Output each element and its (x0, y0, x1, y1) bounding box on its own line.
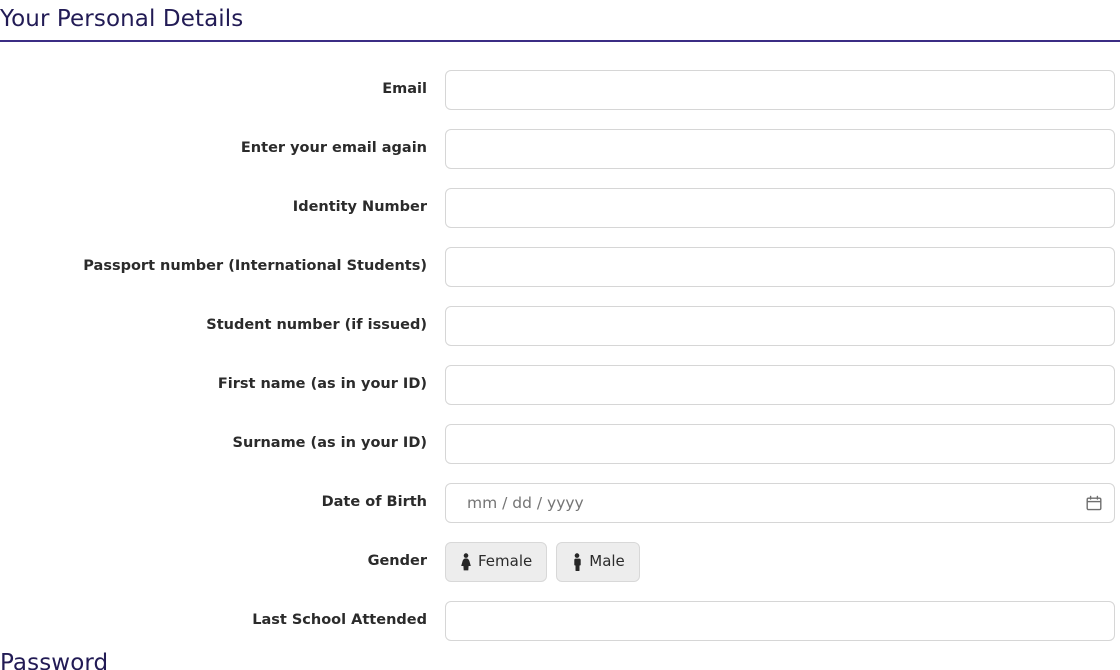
personal-details-form: Email Enter your email again Identity Numb… (0, 60, 1120, 650)
field-control: mm / dd / yyyy (445, 482, 1120, 523)
form-row: Student number (if issued) (0, 296, 1120, 355)
input-passport-number-international-students[interactable] (445, 246, 1115, 287)
form-row: Identity Number (0, 178, 1120, 237)
field-label: First name (as in your ID) (217, 376, 427, 393)
gender-button-label: Male (589, 552, 625, 570)
form-row: Email (0, 60, 1120, 119)
field-label: Identity Number (292, 199, 427, 216)
field-label: Gender (367, 553, 427, 570)
date-input-placeholder-text[interactable]: mm / dd / yyyy (445, 482, 1115, 523)
form-row: Enter your email again (0, 119, 1120, 178)
form-row: Gender Female Male (0, 532, 1120, 591)
section-header-personal-details: Your Personal Details (0, 6, 1120, 42)
field-control (445, 187, 1120, 228)
field-control (445, 69, 1120, 110)
input-last-school-attended[interactable] (445, 600, 1115, 641)
male-figure-icon (574, 552, 581, 571)
field-label: Date of Birth (321, 494, 427, 511)
form-row: Passport number (International Students) (0, 237, 1120, 296)
gender-button-label: Female (478, 552, 533, 570)
field-control (445, 128, 1120, 169)
input-student-number-if-issued[interactable] (445, 305, 1115, 346)
field-label: Student number (if issued) (206, 317, 427, 334)
field-control (445, 423, 1120, 464)
registration-form-page: Your Personal Details Email Enter your em… (0, 0, 1120, 670)
gender-button-male[interactable]: Male (556, 541, 640, 582)
field-control: Female Male (445, 541, 1120, 582)
field-label: Passport number (International Students) (83, 258, 427, 275)
input-enter-your-email-again[interactable] (445, 128, 1115, 169)
field-control (445, 246, 1120, 287)
field-control (445, 364, 1120, 405)
female-figure-icon (461, 552, 471, 570)
field-label: Email (382, 81, 427, 98)
password-section-title: Password (0, 650, 109, 670)
gender-button-group: Female Male (445, 541, 640, 582)
gender-button-female[interactable]: Female (445, 541, 548, 582)
date-of-birth-field[interactable]: mm / dd / yyyy (445, 482, 1115, 523)
input-surname-as-in-your-id[interactable] (445, 423, 1115, 464)
form-row: Date of Birth mm / dd / yyyy (0, 473, 1120, 532)
form-row: Surname (as in your ID) (0, 414, 1120, 473)
form-row: First name (as in your ID) (0, 355, 1120, 414)
input-email[interactable] (445, 69, 1115, 110)
input-first-name-as-in-your-id[interactable] (445, 364, 1115, 405)
page-title: Your Personal Details (0, 6, 244, 32)
field-control (445, 600, 1120, 641)
form-row: Last School Attended (0, 591, 1120, 650)
section-header-password: Password (0, 650, 1120, 670)
field-label: Enter your email again (240, 140, 427, 157)
calendar-icon[interactable] (1086, 495, 1102, 511)
field-label: Last School Attended (252, 612, 427, 629)
field-control (445, 305, 1120, 346)
input-identity-number[interactable] (445, 187, 1115, 228)
field-label: Surname (as in your ID) (232, 435, 427, 452)
